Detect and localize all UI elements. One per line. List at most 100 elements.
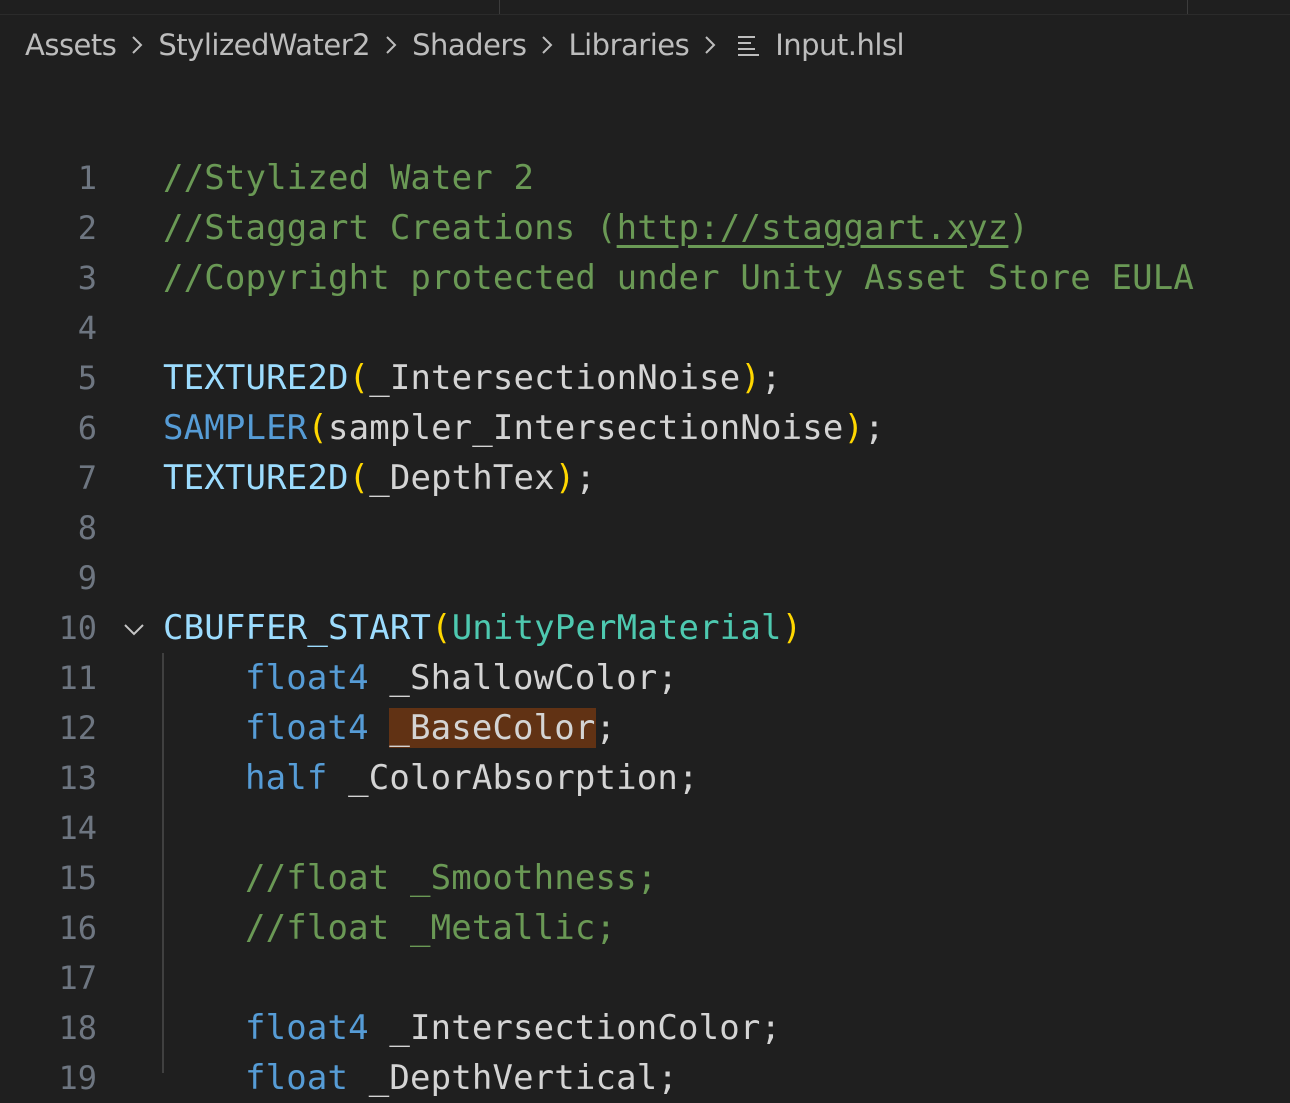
- breadcrumb-item-assets[interactable]: Assets: [25, 28, 117, 62]
- line-number: 15: [58, 859, 97, 897]
- line-content[interactable]: //Copyright protected under Unity Asset …: [163, 255, 1194, 301]
- chevron-down-icon[interactable]: [120, 615, 148, 643]
- identifier: _ColorAbsorption;: [327, 758, 699, 798]
- line-content[interactable]: float4 _BaseColor;: [163, 705, 616, 751]
- line-content[interactable]: //float _Metallic;: [163, 905, 616, 951]
- bracket: (: [307, 408, 328, 448]
- bracket: (: [431, 608, 452, 648]
- bracket: ): [740, 358, 761, 398]
- bracket: ): [781, 608, 803, 648]
- line-content[interactable]: float4 _ShallowColor;: [163, 655, 678, 701]
- identifier: _DepthVertical;: [348, 1058, 679, 1098]
- comment: //float _Metallic;: [245, 908, 617, 948]
- tab-strip: [0, 0, 1290, 15]
- comment: //Stylized Water 2: [163, 158, 535, 198]
- macro: TEXTURE2D: [163, 458, 349, 498]
- code-editor[interactable]: 1 //Stylized Water 2 2 //Staggart Creati…: [0, 153, 1290, 1103]
- identifier: _ShallowColor;: [368, 658, 679, 698]
- breadcrumb-item-shaders[interactable]: Shaders: [412, 28, 527, 62]
- code-line[interactable]: 1 //Stylized Water 2: [0, 153, 1290, 203]
- macro: SAMPLER: [163, 408, 308, 448]
- line-number: 13: [58, 759, 97, 797]
- macro: TEXTURE2D: [163, 358, 349, 398]
- code-line[interactable]: 13 half _ColorAbsorption;: [0, 753, 1290, 803]
- identifier: _IntersectionNoise: [369, 358, 741, 398]
- code-line[interactable]: 17: [0, 953, 1290, 1003]
- code-line[interactable]: 2 //Staggart Creations (http://staggart.…: [0, 203, 1290, 253]
- line-number: 16: [58, 909, 97, 947]
- code-line[interactable]: 11 float4 _ShallowColor;: [0, 653, 1290, 703]
- chevron-right-icon: [376, 30, 406, 60]
- code-line[interactable]: 16 //float _Metallic;: [0, 903, 1290, 953]
- line-number: 4: [77, 309, 97, 347]
- indent-guide: [162, 653, 164, 1073]
- line-number: 8: [77, 509, 97, 547]
- code-line[interactable]: 4: [0, 303, 1290, 353]
- line-content[interactable]: TEXTURE2D(_IntersectionNoise);: [163, 355, 782, 401]
- breadcrumb: Assets StylizedWater2 Shaders Libraries …: [25, 24, 905, 66]
- code-line[interactable]: 7 TEXTURE2D(_DepthTex);: [0, 453, 1290, 503]
- code-line[interactable]: 9: [0, 553, 1290, 603]
- code-line[interactable]: 3 //Copyright protected under Unity Asse…: [0, 253, 1290, 303]
- line-number: 14: [58, 809, 97, 847]
- code-line[interactable]: 10 CBUFFER_START(UnityPerMaterial): [0, 603, 1290, 653]
- line-content[interactable]: float4 _IntersectionColor;: [163, 1005, 781, 1051]
- bracket: (: [348, 358, 370, 398]
- line-number: 12: [58, 709, 97, 747]
- code-line[interactable]: 15 //float _Smoothness;: [0, 853, 1290, 903]
- line-content[interactable]: CBUFFER_START(UnityPerMaterial): [163, 605, 802, 651]
- code-line[interactable]: 8: [0, 503, 1290, 553]
- tab-divider: [1187, 0, 1188, 14]
- line-number: 17: [58, 959, 97, 997]
- chevron-right-icon: [532, 30, 562, 60]
- comment: //float _Smoothness;: [245, 858, 658, 898]
- line-content[interactable]: half _ColorAbsorption;: [163, 755, 699, 801]
- line-content[interactable]: //float _Smoothness;: [163, 855, 657, 901]
- code-line[interactable]: 19 float _DepthVertical;: [0, 1053, 1290, 1103]
- punctuation: ;: [760, 358, 782, 398]
- identifier: sampler_IntersectionNoise: [327, 408, 844, 448]
- line-number: 9: [77, 559, 97, 597]
- breadcrumb-item-libraries[interactable]: Libraries: [568, 28, 689, 62]
- highlighted-identifier: _BaseColor: [389, 708, 596, 748]
- line-number: 11: [58, 659, 97, 697]
- code-line[interactable]: 6 SAMPLER(sampler_IntersectionNoise);: [0, 403, 1290, 453]
- line-number: 3: [77, 259, 97, 297]
- type-keyword: float: [245, 1058, 349, 1098]
- breadcrumb-item-file[interactable]: Input.hlsl: [775, 28, 904, 62]
- line-number: 18: [58, 1009, 97, 1047]
- line-content[interactable]: SAMPLER(sampler_IntersectionNoise);: [163, 405, 885, 451]
- chevron-right-icon: [122, 30, 152, 60]
- code-line[interactable]: 14: [0, 803, 1290, 853]
- bracket: ): [843, 408, 865, 448]
- line-content[interactable]: TEXTURE2D(_DepthTex);: [163, 455, 596, 501]
- punctuation: ;: [595, 708, 617, 748]
- line-number: 19: [58, 1059, 97, 1097]
- line-content[interactable]: //Staggart Creations (http://staggart.xy…: [163, 205, 1029, 251]
- line-number: 7: [77, 459, 97, 497]
- identifier: _IntersectionColor;: [368, 1008, 782, 1048]
- breadcrumb-item-stylizedwater2[interactable]: StylizedWater2: [158, 28, 370, 62]
- type-keyword: float4: [245, 708, 369, 748]
- line-number: 5: [77, 359, 97, 397]
- line-number: 6: [77, 409, 97, 447]
- comment-link[interactable]: http://staggart.xyz: [617, 208, 1009, 248]
- bracket: (: [348, 458, 370, 498]
- type-keyword: half: [245, 758, 328, 798]
- comment: ): [1008, 208, 1030, 248]
- identifier: UnityPerMaterial: [451, 608, 782, 648]
- punctuation: ;: [864, 408, 885, 448]
- code-line[interactable]: 18 float4 _IntersectionColor;: [0, 1003, 1290, 1053]
- code-line[interactable]: 12 float4 _BaseColor;: [0, 703, 1290, 753]
- line-number: 2: [77, 209, 97, 247]
- bracket: ): [554, 458, 576, 498]
- line-content[interactable]: //Stylized Water 2: [163, 155, 534, 201]
- line-number: 10: [58, 609, 97, 647]
- punctuation: ;: [575, 458, 597, 498]
- chevron-right-icon: [695, 30, 725, 60]
- line-content[interactable]: float _DepthVertical;: [163, 1055, 678, 1101]
- line-number: 1: [77, 159, 97, 197]
- tab-divider: [499, 0, 500, 14]
- code-line[interactable]: 5 TEXTURE2D(_IntersectionNoise);: [0, 353, 1290, 403]
